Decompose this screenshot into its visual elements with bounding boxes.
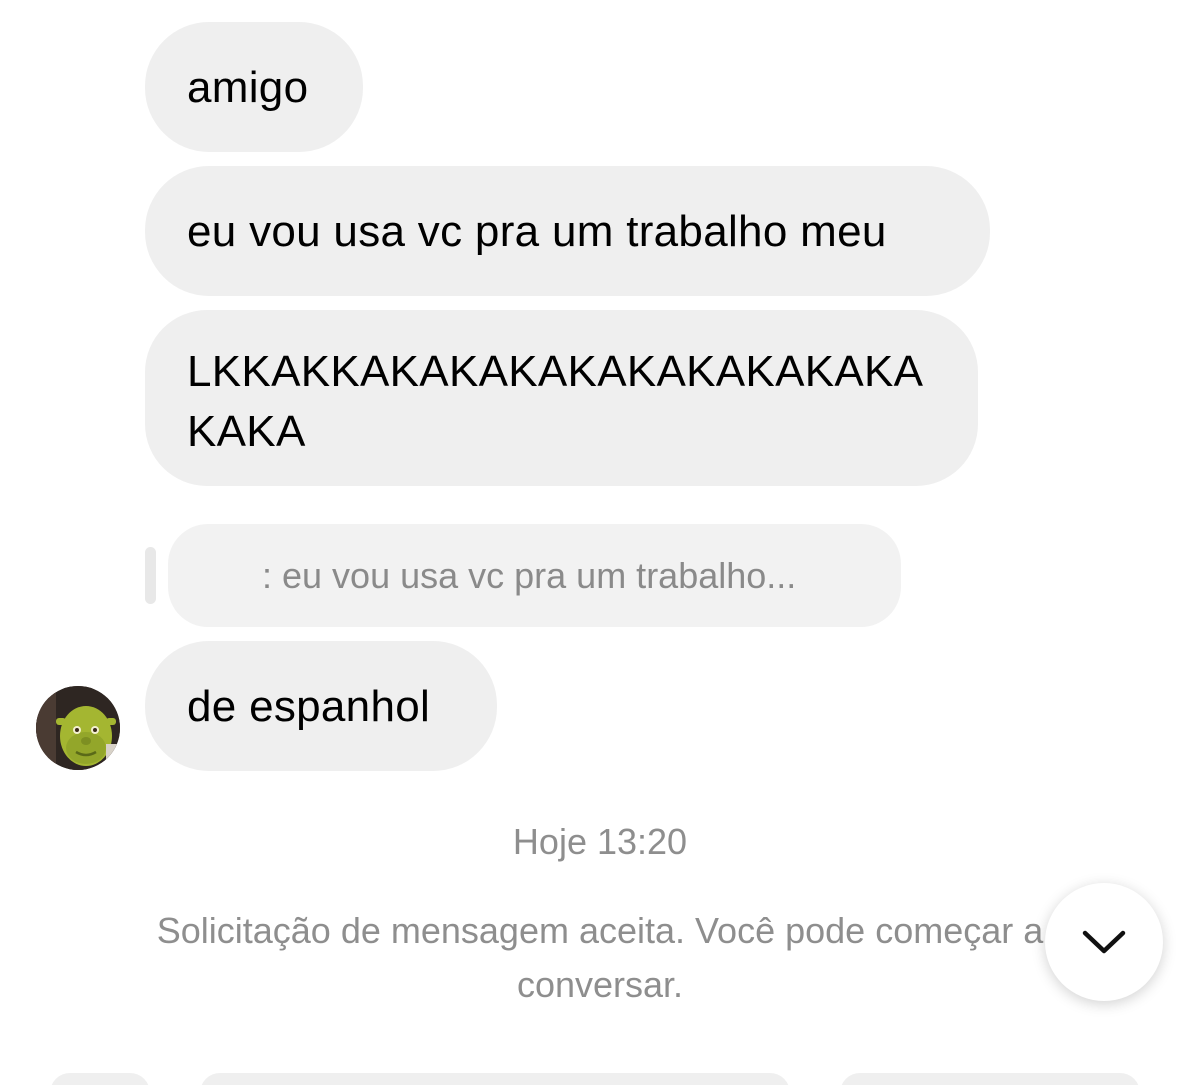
- message-bubble[interactable]: amigo: [145, 22, 363, 152]
- message-text: amigo: [187, 63, 309, 112]
- composer-input-pill[interactable]: [200, 1073, 790, 1085]
- message-text: eu vou usa vc pra um trabalho meu: [187, 207, 887, 256]
- scroll-to-bottom-button[interactable]: [1045, 883, 1163, 1001]
- reply-indicator-bar: [145, 547, 156, 604]
- composer-action-pill[interactable]: [50, 1073, 150, 1085]
- message-bubble[interactable]: LKKAKKAKAKAKAKAKAKAKAKAKAKAKA: [145, 310, 978, 486]
- timestamp: Hoje 13:20: [512, 821, 688, 862]
- system-message: Solicitação de mensagem aceita. Você pod…: [156, 910, 1044, 1005]
- message-bubble[interactable]: de espanhol: [145, 641, 497, 771]
- chevron-down-icon: [1082, 930, 1126, 954]
- avatar[interactable]: [36, 686, 120, 770]
- avatar-photo-icon: [36, 686, 120, 770]
- composer-action-pill[interactable]: [840, 1073, 1140, 1085]
- reply-preview-text: : eu vou usa vc pra um trabalho...: [262, 555, 797, 596]
- message-bubble[interactable]: eu vou usa vc pra um trabalho meu: [145, 166, 990, 296]
- message-text: LKKAKKAKAKAKAKAKAKAKAKAKAKAKA: [187, 347, 924, 456]
- reply-preview[interactable]: : eu vou usa vc pra um trabalho...: [168, 524, 901, 627]
- message-text: de espanhol: [187, 682, 431, 731]
